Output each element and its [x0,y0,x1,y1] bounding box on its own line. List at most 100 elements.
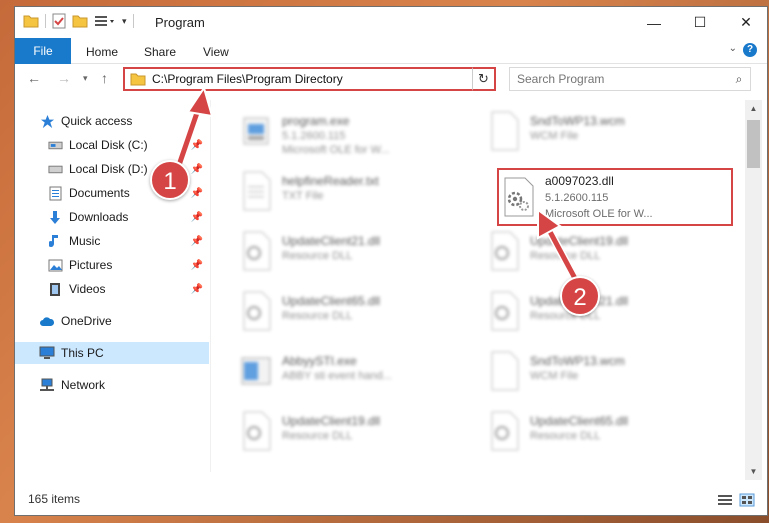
up-arrow-icon[interactable]: ↑ [101,70,108,86]
pin-icon[interactable]: 📌 [191,236,203,247]
drive-icon [47,137,63,153]
file-item[interactable]: helpfineReader.txt TXT File [212,166,452,216]
expand-ribbon-icon[interactable]: ⌄ [729,43,737,54]
pin-icon[interactable]: 📌 [191,188,203,199]
address-bar[interactable]: C:\Program Files\Program Directory ⌄ [123,67,495,91]
file-version: 5.1.2600.115 [545,192,609,204]
pictures-icon [47,257,63,273]
cloud-icon [39,313,55,329]
file-item[interactable]: UpdateClient65.dll Resource DLL [212,286,452,336]
tab-file[interactable]: File [15,38,71,64]
file-item[interactable]: AbbyySTI.exe ABBY sti event hand... [212,346,452,396]
chevron-down-icon[interactable]: ▾ [122,16,127,27]
file-name: AbbyySTI.exe [282,354,357,368]
details-view-icon[interactable] [717,493,733,507]
sidebar-item-label: Quick access [61,114,133,128]
refresh-icon: ↻ [478,71,489,86]
tab-share[interactable]: Share [144,42,176,62]
file-item-selected[interactable]: a0097023.dll 5.1.2600.115 Microsoft OLE … [497,168,733,226]
dll-file-icon [491,231,519,271]
file-type: Resource DLL [530,430,601,442]
back-arrow-icon[interactable]: ← [27,70,41,86]
help-icon[interactable]: ? [743,43,757,57]
file-item[interactable]: program.exe 5.1.2600.115 Microsoft OLE f… [212,106,452,156]
search-box[interactable]: ⌕ [509,67,751,91]
refresh-button[interactable]: ↻ [472,67,496,91]
sidebar-item-music[interactable]: Music 📌 [15,230,209,252]
maximize-button[interactable]: ☐ [677,7,723,38]
file-list: program.exe 5.1.2600.115 Microsoft OLE f… [212,100,744,472]
search-icon[interactable]: ⌕ [728,72,750,87]
file-name: UpdateClient19.dll [530,234,629,248]
pin-icon[interactable]: 📌 [191,164,203,175]
sidebar-item-quick-access[interactable]: Quick access [15,110,209,132]
blank-file-icon [491,111,519,151]
sidebar-item-videos[interactable]: Videos 📌 [15,278,209,300]
pin-icon[interactable]: 📌 [191,212,203,223]
sidebar-item-label: OneDrive [61,314,112,328]
sidebar-item-pictures[interactable]: Pictures 📌 [15,254,209,276]
file-description: Microsoft OLE for W... [282,144,390,156]
tab-view[interactable]: View [203,42,229,62]
window-title: Program [155,15,205,30]
sidebar-item-label: Documents [69,186,130,200]
sidebar-item-label: This PC [61,346,104,360]
text-file-icon [243,171,271,211]
sidebar-item-downloads[interactable]: Downloads 📌 [15,206,209,228]
minimize-button[interactable]: — [631,7,677,38]
sidebar-item-onedrive[interactable]: OneDrive [15,310,209,332]
dll-file-icon [491,411,519,451]
new-folder-icon[interactable] [72,14,88,28]
sidebar-item-label: Network [61,378,106,392]
forward-arrow-icon[interactable]: → [57,70,71,86]
file-item[interactable]: UpdateClient21.dll Resource DLL [212,226,452,276]
file-name: a0097023.dll [545,174,614,188]
pin-icon[interactable]: 📌 [191,284,203,295]
search-input[interactable] [517,72,728,86]
sidebar-item-label: Local Disk (C:) [69,138,148,152]
sidebar-item-this-pc[interactable]: This PC [15,342,209,364]
vertical-scrollbar[interactable]: ▲ ▼ [745,100,762,480]
close-button[interactable]: ✕ [723,7,767,38]
file-type: WCM File [530,130,579,142]
title-bar: ▾ Program — ☐ ✕ [15,7,767,38]
pin-icon[interactable]: 📌 [191,140,203,151]
scroll-down-icon[interactable]: ▼ [745,463,762,480]
file-item[interactable]: UpdateClient65.dll Resource DLL [460,406,700,456]
videos-icon [47,281,63,297]
file-version: 5.1.2600.115 [282,130,346,142]
file-description: Microsoft OLE for W... [545,208,653,220]
scrollbar-thumb[interactable] [747,120,760,168]
file-name: SndToWP13.wcm [530,114,625,128]
customize-icon[interactable] [94,14,116,28]
file-item[interactable]: SndToWP13.wcm WCM File [460,106,700,156]
music-icon [47,233,63,249]
sidebar-item-local-disk-c[interactable]: Local Disk (C:) 📌 [15,134,209,156]
dll-file-icon [243,231,271,271]
file-type: Resource DLL [282,430,353,442]
ribbon: File Home Share View ⌄ ? [15,38,767,64]
computer-icon [39,345,55,361]
recent-locations-icon[interactable]: ▾ [83,73,88,84]
sidebar-item-network[interactable]: Network [15,374,209,396]
properties-icon[interactable] [52,13,66,29]
application-icon [241,357,271,385]
large-icons-view-icon[interactable] [739,493,755,507]
file-item[interactable]: UpdateClient19.dll Resource DLL [460,226,700,276]
pin-icon[interactable]: 📌 [191,260,203,271]
file-item[interactable]: UpdateClient19.dll Resource DLL [212,406,452,456]
scroll-up-icon[interactable]: ▲ [745,100,762,117]
divider [132,14,134,28]
documents-icon [47,185,63,201]
divider [45,14,46,28]
callout-badge-1: 1 [150,160,190,200]
sidebar-item-label: Pictures [69,258,113,272]
file-name: UpdateClient65.dll [530,414,629,428]
file-item[interactable]: SndToWP13.wcm WCM File [460,346,700,396]
tab-home[interactable]: Home [86,42,118,62]
sidebar-item-label: Music [69,234,101,248]
quick-access-toolbar: ▾ [23,13,134,29]
file-type: WCM File [530,370,579,382]
address-path[interactable]: C:\Program Files\Program Directory [152,72,475,86]
dll-file-icon [243,411,271,451]
